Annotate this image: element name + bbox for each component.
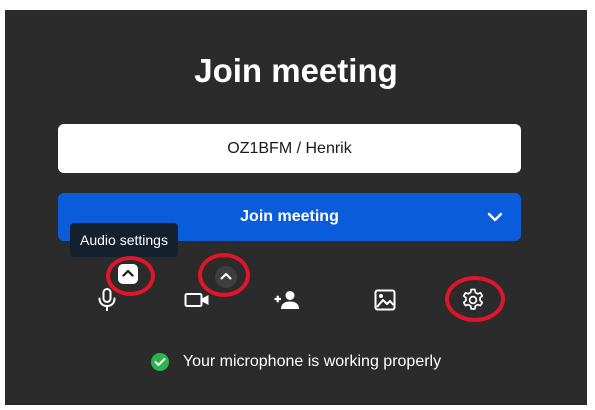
page-title: Join meeting	[194, 52, 398, 89]
microphone-icon	[96, 288, 118, 312]
gear-icon	[461, 288, 485, 312]
audio-settings-button[interactable]	[118, 264, 138, 284]
chevron-down-icon[interactable]	[485, 207, 505, 227]
video-settings-button[interactable]	[215, 266, 237, 288]
chevron-up-icon	[220, 268, 232, 286]
check-icon	[150, 353, 169, 371]
audio-settings-tooltip: Audio settings	[70, 223, 178, 257]
chevron-up-icon	[122, 265, 134, 283]
invite-button[interactable]	[267, 280, 307, 320]
join-meeting-panel: Join meeting Join meeting Audio settings	[5, 10, 587, 405]
mic-status: Your microphone is working properly	[5, 353, 587, 371]
microphone-button[interactable]	[87, 280, 127, 320]
mic-status-text: Your microphone is working properly	[182, 353, 442, 370]
invite-person-icon	[273, 290, 301, 310]
camera-button[interactable]	[177, 280, 217, 320]
background-button[interactable]	[365, 280, 405, 320]
camera-icon	[184, 291, 210, 309]
display-name-input[interactable]	[58, 124, 521, 173]
settings-button[interactable]	[453, 280, 493, 320]
image-icon	[374, 289, 396, 311]
